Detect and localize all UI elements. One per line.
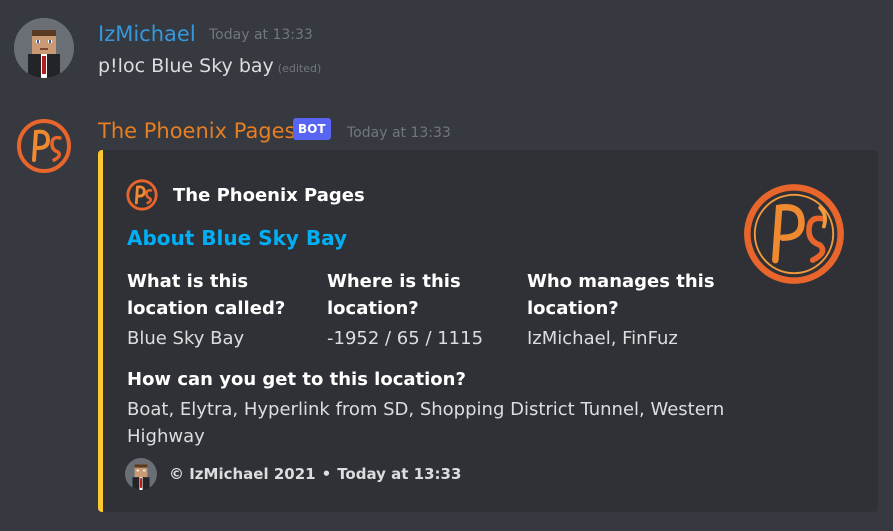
field-value: Boat, Elytra, Hyperlink from SD, Shoppin…	[127, 399, 725, 447]
field-label: Where is this location?	[327, 271, 461, 319]
field-label: How can you get to this location?	[127, 369, 466, 390]
footer-separator: •	[321, 465, 332, 483]
embed-field-managers: Who manages this location? IzMichael, Fi…	[527, 268, 722, 352]
field-value: Blue Sky Bay	[127, 328, 245, 349]
footer-avatar-icon	[125, 458, 157, 490]
message-timestamp[interactable]: Today at 13:33	[347, 123, 451, 143]
embed-author: The Phoenix Pages	[125, 178, 365, 212]
embed-author-name[interactable]: The Phoenix Pages	[173, 185, 365, 206]
embed-title[interactable]: About Blue Sky Bay	[127, 226, 347, 250]
field-label: What is this location called?	[127, 271, 286, 319]
field-value: IzMichael, FinFuz	[527, 328, 678, 349]
field-value: -1952 / 65 / 1115	[327, 328, 484, 349]
embed-card: The Phoenix Pages About Blue Sky Bay Wha…	[98, 150, 878, 512]
message-phoenix-pages: The Phoenix Pages BOT Today at 13:33 The…	[0, 0, 893, 531]
bot-username[interactable]: The Phoenix Pages	[98, 117, 296, 145]
embed-field-access: How can you get to this location? Boat, …	[127, 366, 737, 450]
embed-field-location: Where is this location? -1952 / 65 / 111…	[327, 268, 522, 352]
field-label: Who manages this location?	[527, 271, 715, 319]
embed-thumbnail[interactable]	[738, 178, 850, 290]
phoenix-logo-icon	[17, 119, 71, 173]
embed-field-name: What is this location called? Blue Sky B…	[127, 268, 322, 352]
footer-text: © IzMichael 2021 • Today at 13:33	[169, 465, 461, 483]
phoenix-logo-icon	[126, 179, 158, 211]
embed-author-icon	[125, 178, 159, 212]
bot-badge: BOT	[293, 118, 331, 140]
bot-avatar[interactable]	[14, 116, 74, 176]
embed-footer: © IzMichael 2021 • Today at 13:33	[125, 458, 461, 490]
footer-timestamp: Today at 13:33	[337, 465, 462, 483]
footer-copyright: © IzMichael 2021	[169, 465, 316, 483]
phoenix-logo-icon	[744, 184, 844, 284]
minecraft-skin-avatar-icon	[125, 458, 157, 490]
